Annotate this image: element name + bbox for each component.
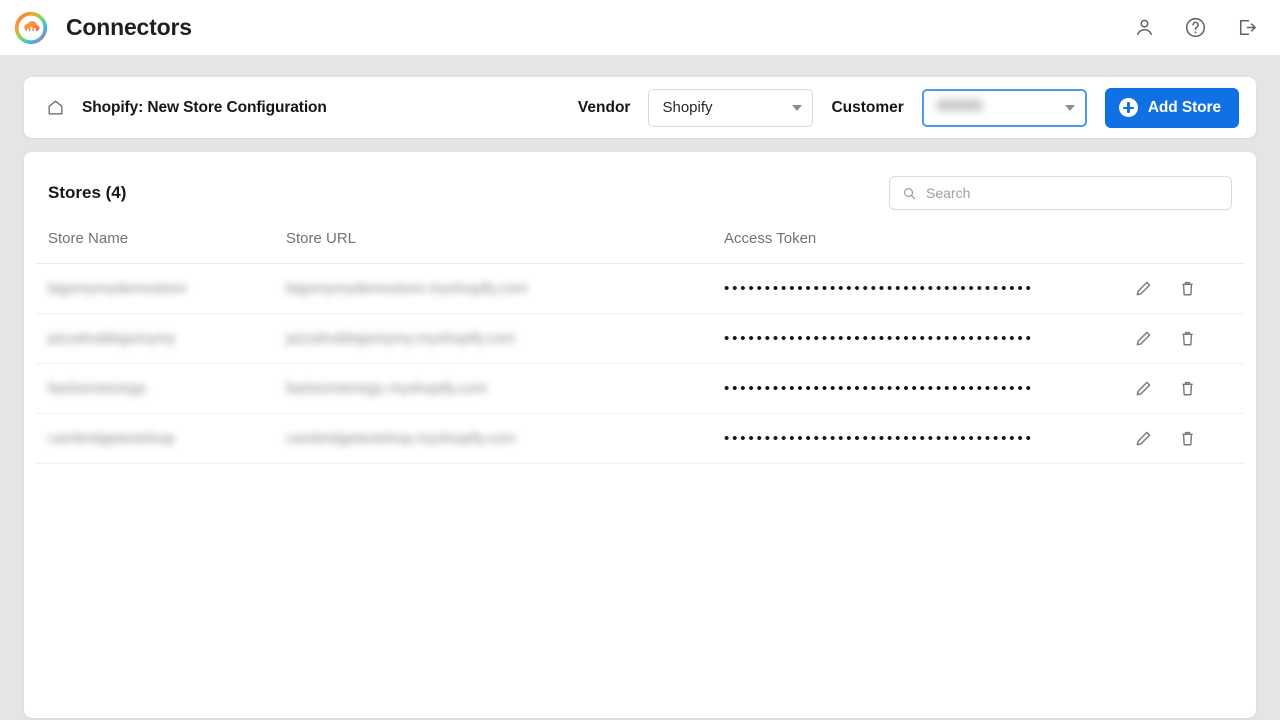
chevron-down-icon — [792, 104, 803, 111]
brand: Connectors — [14, 11, 192, 45]
row-actions — [1124, 278, 1244, 300]
delete-icon[interactable] — [1176, 428, 1198, 450]
configuration-title: Shopify: New Store Configuration — [82, 98, 327, 116]
access-token-value: •••••••••••••••••••••••••••••••••••••• — [724, 379, 1034, 397]
help-icon[interactable] — [1183, 16, 1207, 40]
edit-icon[interactable] — [1132, 378, 1154, 400]
page-title: Connectors — [66, 14, 192, 40]
row-actions — [1124, 328, 1244, 350]
search-icon — [902, 186, 917, 201]
search-input[interactable] — [926, 185, 1219, 201]
table-row: cambridgetestshop cambridgetestshop.mysh… — [36, 413, 1244, 464]
app-logo-icon — [14, 11, 48, 45]
store-url-value: cambridgetestshop.myshopify.com — [286, 429, 516, 447]
stores-card: Stores (4) Store Name Store URL Access T… — [24, 152, 1256, 718]
access-token-value: •••••••••••••••••••••••••••••••••••••• — [724, 279, 1034, 297]
add-store-button[interactable]: Add Store — [1104, 87, 1239, 128]
edit-icon[interactable] — [1132, 278, 1154, 300]
home-icon[interactable] — [46, 98, 65, 117]
table-row: pizzahubbigsmymy pizzahubbigsmymy.myshop… — [36, 313, 1244, 364]
edit-icon[interactable] — [1132, 328, 1154, 350]
stores-table-body: bigsmymydemostore bigsmymydemostore.mysh… — [36, 263, 1244, 464]
delete-icon[interactable] — [1176, 278, 1198, 300]
stores-table: Store Name Store URL Access Token bigsmy… — [36, 230, 1244, 464]
delete-icon[interactable] — [1176, 328, 1198, 350]
plus-circle-icon — [1118, 98, 1138, 117]
store-name-value: bigsmymydemostore — [48, 279, 187, 297]
access-token-value: •••••••••••••••••••••••••••••••••••••• — [724, 329, 1034, 347]
column-header-access-token: Access Token — [724, 230, 1124, 264]
edit-icon[interactable] — [1132, 428, 1154, 450]
table-header-row: Store Name Store URL Access Token — [36, 230, 1244, 264]
toolbar-controls: Vendor Shopify Customer default Add Stor… — [577, 87, 1239, 128]
delete-icon[interactable] — [1176, 378, 1198, 400]
customer-label: Customer — [831, 98, 904, 116]
vendor-select[interactable]: Shopify — [648, 88, 814, 127]
stores-title: Stores (4) — [48, 183, 127, 202]
store-url-value: bigsmymydemostore.myshopify.com — [286, 279, 528, 297]
stores-header: Stores (4) — [36, 152, 1244, 210]
add-store-button-label: Add Store — [1147, 98, 1221, 116]
header-actions — [1132, 16, 1258, 40]
column-header-store-url: Store URL — [286, 230, 724, 264]
app-header: Connectors — [0, 0, 1280, 55]
store-url-value: pizzahubbigsmymy.myshopify.com — [286, 329, 516, 347]
store-name-value: cambridgetestshop — [48, 429, 175, 447]
row-actions — [1124, 428, 1244, 450]
column-header-store-name: Store Name — [36, 230, 286, 264]
logout-icon[interactable] — [1234, 16, 1258, 40]
store-name-value: pizzahubbigsmymy — [48, 329, 176, 347]
table-row: fashionstorego fashionstorego.myshopify.… — [36, 363, 1244, 414]
page-body: Shopify: New Store Configuration Vendor … — [0, 77, 1280, 718]
account-icon[interactable] — [1132, 16, 1156, 40]
store-name-value: fashionstorego — [48, 379, 147, 397]
access-token-value: •••••••••••••••••••••••••••••••••••••• — [724, 429, 1034, 447]
stores-table-head: Store Name Store URL Access Token — [36, 230, 1244, 264]
customer-select-value: default — [936, 99, 982, 116]
vendor-select-value: Shopify — [662, 99, 713, 116]
search-box[interactable] — [889, 176, 1232, 210]
table-row: bigsmymydemostore bigsmymydemostore.mysh… — [36, 263, 1244, 314]
chevron-down-icon — [1064, 104, 1075, 111]
vendor-label: Vendor — [577, 98, 631, 116]
store-url-value: fashionstorego.myshopify.com — [286, 379, 488, 397]
configuration-toolbar: Shopify: New Store Configuration Vendor … — [24, 77, 1256, 138]
column-header-actions — [1124, 230, 1244, 264]
customer-select[interactable]: default — [921, 88, 1087, 127]
row-actions — [1124, 378, 1244, 400]
